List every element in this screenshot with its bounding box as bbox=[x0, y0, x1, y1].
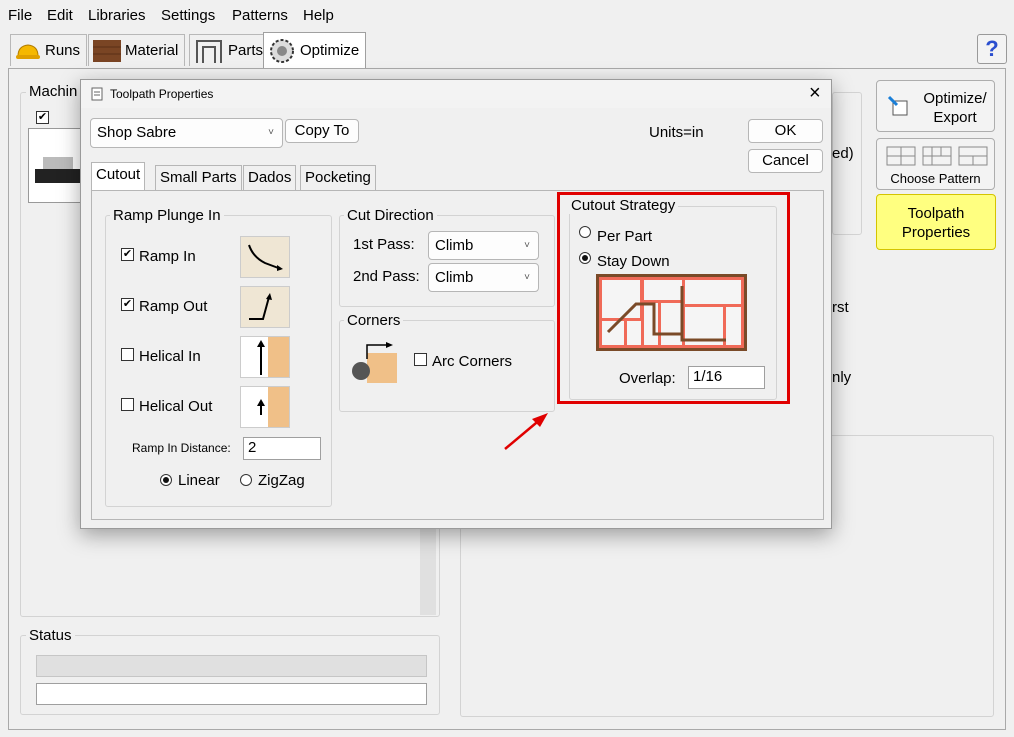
machine-list-scrollbar[interactable] bbox=[420, 525, 436, 615]
machine-select[interactable]: Shop Sabre ˅ bbox=[90, 118, 283, 148]
toolpath-properties-button[interactable]: Toolpath Properties bbox=[876, 194, 996, 250]
dialog-titlebar[interactable]: Toolpath Properties × bbox=[81, 80, 831, 108]
first-pass-value: Climb bbox=[435, 237, 474, 254]
dialog-close-button[interactable]: × bbox=[809, 82, 821, 105]
pattern-icons bbox=[886, 146, 988, 166]
ramp-in-label: Ramp In bbox=[139, 248, 196, 265]
ramp-in-thumbnail bbox=[240, 236, 290, 278]
annotation-arrow-icon bbox=[504, 413, 548, 450]
ramp-distance-label: Ramp In Distance: bbox=[132, 441, 231, 455]
machine-select-value: Shop Sabre bbox=[97, 124, 177, 141]
cancel-button[interactable]: Cancel bbox=[748, 149, 823, 173]
status-title: Status bbox=[26, 627, 75, 644]
linear-radio[interactable] bbox=[160, 474, 172, 486]
tab-runs[interactable]: Runs bbox=[10, 34, 88, 66]
chevron-down-icon: ˅ bbox=[524, 240, 530, 251]
partial-text-2: rst bbox=[832, 299, 849, 316]
choose-pattern-label: Choose Pattern bbox=[890, 171, 981, 186]
tab-parts-label: Parts bbox=[228, 42, 264, 59]
saw-blade-icon bbox=[270, 38, 294, 63]
ok-button[interactable]: OK bbox=[748, 119, 823, 143]
menu-libraries[interactable]: Libraries bbox=[88, 7, 146, 24]
first-pass-select[interactable]: Climb ˅ bbox=[428, 231, 539, 260]
helical-out-label: Helical Out bbox=[139, 398, 213, 415]
ramp-out-thumbnail bbox=[240, 286, 290, 328]
ramp-plunge-title: Ramp Plunge In bbox=[110, 207, 224, 224]
menu-help[interactable]: Help bbox=[303, 7, 334, 24]
chevron-down-icon: ˅ bbox=[268, 127, 274, 138]
helical-out-icon bbox=[257, 387, 289, 427]
hardhat-icon bbox=[16, 43, 40, 59]
right-options-group bbox=[832, 92, 862, 235]
ramp-in-icon bbox=[248, 244, 283, 271]
copy-to-button[interactable]: Copy To bbox=[285, 119, 359, 143]
zigzag-label: ZigZag bbox=[258, 472, 305, 489]
help-icon: ? bbox=[985, 36, 999, 61]
arc-corners-checkbox[interactable] bbox=[414, 353, 427, 366]
partial-text-1: ed) bbox=[832, 145, 854, 162]
menu-settings[interactable]: Settings bbox=[161, 7, 215, 24]
tab-runs-label: Runs bbox=[45, 42, 81, 59]
choose-pattern-button[interactable]: Choose Pattern bbox=[876, 138, 995, 190]
ramp-out-icon bbox=[249, 293, 272, 320]
menu-edit[interactable]: Edit bbox=[47, 7, 73, 24]
tab-dados[interactable]: Dados bbox=[243, 165, 297, 191]
optimize-export-button[interactable]: Optimize/ Export bbox=[876, 80, 995, 132]
tab-pocketing[interactable]: Pocketing bbox=[300, 165, 376, 191]
highlight-rectangle bbox=[557, 192, 790, 404]
wood-icon bbox=[93, 39, 121, 62]
menu-patterns[interactable]: Patterns bbox=[232, 7, 288, 24]
partial-text-3: nly bbox=[832, 369, 852, 386]
second-pass-value: Climb bbox=[435, 269, 474, 286]
help-button[interactable]: ? bbox=[977, 34, 1007, 64]
corners-title: Corners bbox=[344, 312, 404, 329]
machine-thumbnail bbox=[28, 128, 88, 203]
menu-bar: File Edit Libraries Settings Patterns He… bbox=[0, 0, 1014, 32]
tab-material[interactable]: Material bbox=[88, 34, 186, 66]
ramp-in-checkbox[interactable]: ✔ bbox=[121, 248, 134, 261]
tab-optimize-label: Optimize bbox=[300, 42, 360, 59]
tab-cutout[interactable]: Cutout bbox=[91, 162, 146, 191]
cnc-machine-icon bbox=[35, 157, 85, 183]
machine-group-title: Machin bbox=[26, 83, 81, 100]
helical-out-checkbox[interactable] bbox=[121, 398, 134, 411]
helical-out-thumbnail bbox=[240, 386, 290, 428]
tab-material-label: Material bbox=[125, 42, 179, 59]
dialog-title: Toolpath Properties bbox=[110, 87, 214, 101]
tab-parts[interactable]: Parts bbox=[189, 34, 271, 66]
units-label: Units=in bbox=[649, 124, 704, 141]
ramp-out-label: Ramp Out bbox=[139, 298, 208, 315]
status-text-field bbox=[36, 683, 427, 705]
helical-in-thumbnail bbox=[240, 336, 290, 378]
cut-direction-title: Cut Direction bbox=[344, 207, 437, 224]
parts-icon bbox=[196, 39, 222, 63]
helical-in-label: Helical In bbox=[139, 348, 201, 365]
chevron-down-icon: ˅ bbox=[524, 272, 530, 283]
ramp-distance-input[interactable]: 2 bbox=[243, 437, 321, 460]
second-pass-label: 2nd Pass: bbox=[353, 268, 420, 285]
helical-in-checkbox[interactable] bbox=[121, 348, 134, 361]
export-icon bbox=[887, 95, 908, 116]
second-pass-select[interactable]: Climb ˅ bbox=[428, 263, 539, 292]
cut-direction-group bbox=[339, 215, 555, 307]
zigzag-radio[interactable] bbox=[240, 474, 252, 486]
first-pass-label: 1st Pass: bbox=[353, 236, 415, 253]
status-progress-bar bbox=[36, 655, 427, 677]
tab-optimize[interactable]: Optimize bbox=[263, 32, 367, 68]
optimize-export-label: Optimize/ Export bbox=[923, 90, 987, 126]
corner-tool-icon bbox=[352, 342, 397, 383]
ramp-out-checkbox[interactable]: ✔ bbox=[121, 298, 134, 311]
tab-small-parts[interactable]: Small Parts bbox=[155, 165, 242, 191]
arc-corners-label: Arc Corners bbox=[432, 353, 513, 370]
toolpath-properties-label: Toolpath Properties bbox=[901, 205, 971, 241]
helical-in-icon bbox=[257, 337, 289, 377]
machine-checkbox[interactable]: ✔ bbox=[36, 111, 49, 124]
dialog-app-icon bbox=[91, 87, 103, 101]
linear-label: Linear bbox=[178, 472, 220, 489]
menu-file[interactable]: File bbox=[8, 7, 32, 24]
